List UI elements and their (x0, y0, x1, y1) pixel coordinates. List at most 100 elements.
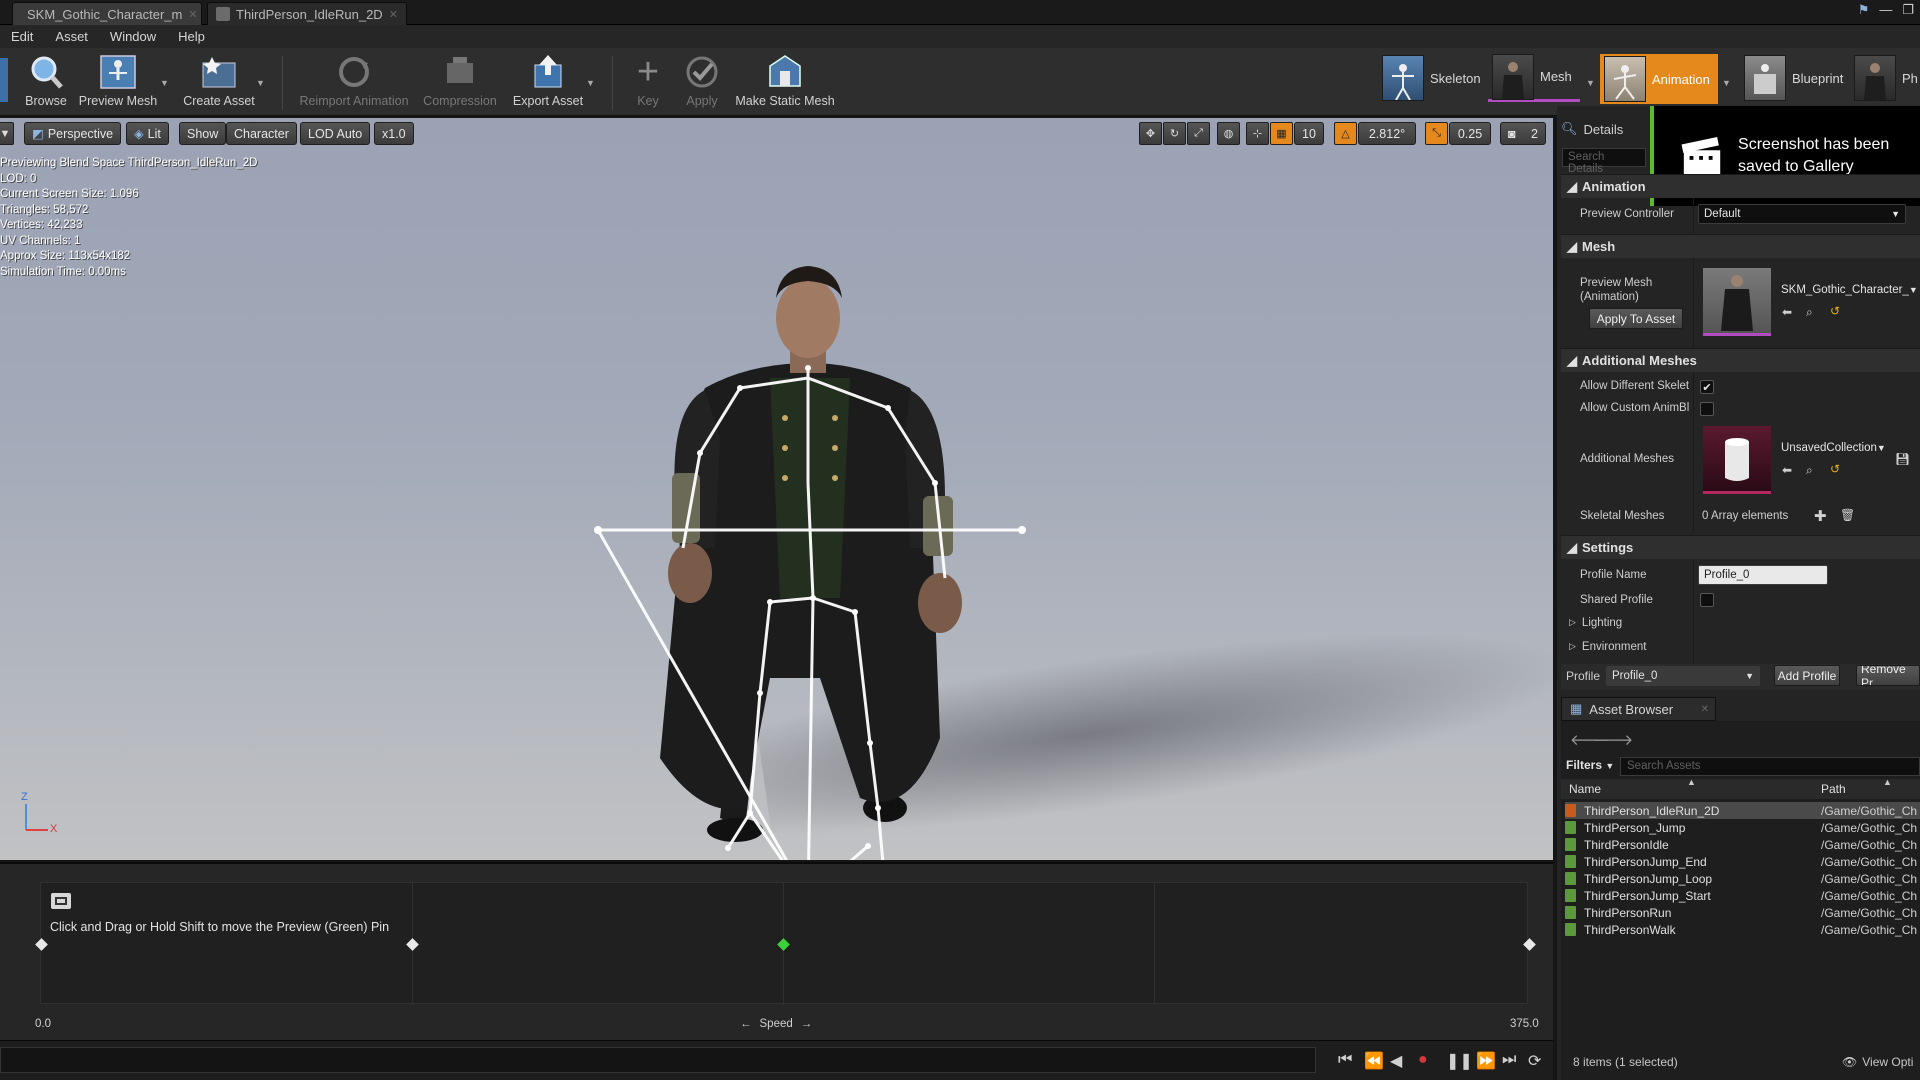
lighting-group[interactable]: ▷ Lighting (1569, 617, 1622, 629)
asset-search-input[interactable]: Search Assets (1620, 757, 1920, 776)
chevron-down-icon[interactable]: ▼ (256, 78, 265, 88)
pause-icon[interactable]: ❚❚ (1446, 1051, 1473, 1071)
preview-mesh-thumbnail[interactable] (1703, 268, 1771, 336)
blend-sample-point[interactable] (1523, 938, 1536, 951)
close-icon[interactable]: ✕ (389, 8, 398, 21)
step-forward-icon[interactable]: ⏩ (1476, 1051, 1496, 1071)
close-icon[interactable]: ✕ (1701, 704, 1709, 715)
add-element-icon[interactable]: ✚ (1814, 507, 1827, 525)
timeline-scrubber[interactable] (0, 1047, 1316, 1073)
menu-help[interactable]: Help (167, 25, 216, 48)
grid-options-icon[interactable] (51, 893, 71, 909)
allow-custom-animbp-checkbox[interactable] (1700, 402, 1714, 416)
scale-icon[interactable]: ⤢ (1187, 122, 1210, 145)
lod-button[interactable]: LOD Auto (300, 122, 371, 145)
viewport-menu-icon[interactable]: ▼ (0, 122, 14, 145)
lit-button[interactable]: ◈ Lit (126, 122, 169, 145)
asset-row-selected[interactable]: ThirdPerson_IdleRun_2D /Game/Gothic_Ch (1565, 802, 1920, 819)
close-icon[interactable]: ✕ (188, 8, 197, 21)
category-settings[interactable]: ◢ Settings (1561, 535, 1920, 559)
profile-name-input[interactable]: Profile_0 (1698, 565, 1828, 585)
profile-dropdown[interactable]: Profile_0 ▼ (1606, 666, 1760, 686)
menu-asset[interactable]: Asset (44, 25, 99, 48)
browse-button[interactable]: Browse (20, 52, 72, 112)
key-button[interactable]: + Key (626, 51, 670, 112)
asset-row[interactable]: ThirdPersonJump_Loop /Game/Gothic_Ch (1565, 870, 1920, 887)
scale-snap-value[interactable]: 0.25 (1449, 122, 1491, 145)
export-asset-button[interactable]: Export Asset (508, 52, 588, 112)
asset-row[interactable]: ThirdPersonJump_End /Game/Gothic_Ch (1565, 853, 1920, 870)
preview-mesh-button[interactable]: Preview Mesh (78, 52, 158, 112)
play-reverse-icon[interactable]: ◀ (1390, 1051, 1402, 1071)
asset-row[interactable]: ThirdPerson_Jump /Game/Gothic_Ch (1565, 819, 1920, 836)
category-animation[interactable]: ◢ Animation (1561, 174, 1920, 198)
allow-different-skeleton-checkbox[interactable]: ✔ (1700, 380, 1714, 394)
menu-window[interactable]: Window (99, 25, 167, 48)
environment-group[interactable]: ▷ Environment (1569, 641, 1646, 653)
asset-row[interactable]: ThirdPersonJump_Start /Game/Gothic_Ch (1565, 887, 1920, 904)
preview-controller-dropdown[interactable]: Default ▼ (1698, 204, 1906, 224)
trash-icon[interactable]: 🗑︎ (1840, 508, 1855, 522)
save-icon[interactable] (0, 58, 8, 102)
camera-speed-button[interactable]: ◙ 2 (1500, 122, 1546, 145)
chevron-down-icon[interactable]: ▼ (586, 78, 595, 88)
preview-mesh-dropdown[interactable]: SKM_Gothic_Character_ ▼ (1776, 280, 1918, 300)
minimize-icon[interactable]: — (1879, 2, 1892, 18)
asset-row[interactable]: ThirdPersonWalk /Game/Gothic_Ch (1565, 921, 1920, 938)
rotation-snap-value[interactable]: 2.812° (1358, 122, 1416, 145)
record-icon[interactable]: ● (1418, 1051, 1428, 1069)
playback-speed-button[interactable]: x1.0 (374, 122, 414, 145)
forward-arrow-icon[interactable]: 🡒 (1593, 730, 1633, 749)
mode-skeleton[interactable]: Skeleton (1378, 54, 1489, 102)
asset-browser-tab[interactable]: ▦ Asset Browser ✕ (1561, 697, 1716, 721)
use-selected-arrow-icon[interactable]: ⬅ (1782, 305, 1792, 319)
reset-icon[interactable]: ↺ (1830, 462, 1840, 476)
mode-mesh[interactable]: Mesh (1488, 53, 1580, 102)
chevron-down-icon[interactable]: ▼ (1722, 78, 1731, 88)
category-additional-meshes[interactable]: ◢ Additional Meshes (1561, 348, 1920, 372)
category-mesh[interactable]: ◢ Mesh (1561, 234, 1920, 258)
grid-snap-icon[interactable]: ▦ (1270, 122, 1293, 145)
show-button[interactable]: Show (179, 122, 227, 145)
preview-pin[interactable] (777, 938, 790, 951)
compression-button[interactable]: Compression (420, 52, 500, 112)
blend-sample-point[interactable] (35, 938, 48, 951)
tab-blend-space[interactable]: ThirdPerson_IdleRun_2D ✕ (207, 2, 407, 25)
reset-icon[interactable]: ↺ (1830, 304, 1840, 318)
create-asset-button[interactable]: Create Asset (180, 52, 258, 112)
character-button[interactable]: Character (226, 122, 297, 145)
blend-space-grid[interactable]: Click and Drag or Hold Shift to move the… (35, 882, 1536, 1005)
asset-row[interactable]: ThirdPersonIdle /Game/Gothic_Ch (1565, 836, 1920, 853)
details-tab[interactable]: 🔍︎ Details (1561, 118, 1649, 140)
skip-to-end-icon[interactable]: ⏭ (1502, 1051, 1516, 1069)
filters-button[interactable]: Filters ▼ (1566, 758, 1614, 772)
browse-magnifier-icon[interactable]: ⌕ (1806, 305, 1813, 320)
notification-icon[interactable]: ⚑ (1858, 2, 1870, 18)
mode-animation[interactable]: Animation (1600, 54, 1718, 104)
apply-to-asset-button[interactable]: Apply To Asset (1589, 308, 1683, 329)
preview-viewport[interactable]: Z X ▼ ◩ Perspective ◈ Lit Show Character… (0, 118, 1553, 860)
save-collection-icon[interactable]: 💾︎ (1895, 452, 1910, 466)
menu-edit[interactable]: Edit (0, 25, 44, 48)
collection-thumbnail[interactable] (1703, 426, 1771, 494)
world-local-icon[interactable]: ◍ (1217, 122, 1240, 145)
make-static-mesh-button[interactable]: Make Static Mesh (730, 52, 840, 112)
chevron-down-icon[interactable]: ▼ (1586, 78, 1595, 88)
browse-magnifier-icon[interactable]: ⌕ (1806, 463, 1813, 478)
loop-icon[interactable]: ⟳ (1528, 1051, 1541, 1071)
step-back-icon[interactable]: ⏪ (1364, 1051, 1384, 1071)
column-path-header[interactable]: Path (1821, 782, 1846, 796)
surface-snap-icon[interactable]: ⊹ (1246, 122, 1269, 145)
add-profile-button[interactable]: Add Profile (1774, 665, 1840, 686)
rotation-snap-icon[interactable]: △ (1334, 122, 1357, 145)
reimport-animation-button[interactable]: Reimport Animation (294, 52, 414, 112)
apply-button[interactable]: Apply (680, 52, 724, 112)
remove-profile-button[interactable]: Remove Pr (1856, 665, 1920, 686)
view-options-button[interactable]: 👁︎ View Opti (1842, 1055, 1913, 1069)
maximize-icon[interactable]: ❐ (1902, 2, 1914, 18)
asset-row[interactable]: ThirdPersonRun /Game/Gothic_Ch (1565, 904, 1920, 921)
mode-blueprint[interactable]: Blueprint (1740, 54, 1851, 102)
mode-physics[interactable]: Ph (1850, 54, 1920, 102)
perspective-button[interactable]: ◩ Perspective (24, 122, 122, 145)
rotate-icon[interactable]: ↻ (1163, 122, 1186, 145)
